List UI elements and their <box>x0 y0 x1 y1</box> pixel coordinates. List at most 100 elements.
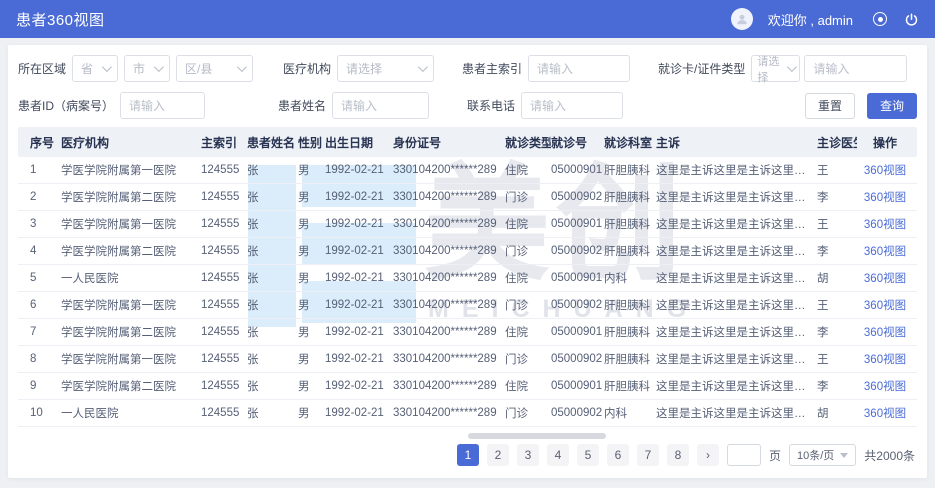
view-360-link[interactable]: 360视图 <box>864 219 906 231</box>
cell-dept: 肝胆胰科 <box>604 216 656 232</box>
page-size-select[interactable]: 10条/页 <box>789 444 856 466</box>
org-select-value: 请选择 <box>346 60 382 77</box>
cell-no: 1 <box>18 164 61 176</box>
master-index-input[interactable] <box>528 55 630 82</box>
page-button-2[interactable]: 2 <box>487 444 509 466</box>
search-button[interactable]: 查询 <box>867 93 917 119</box>
table-row: 3学医学院附属第一医院124555张男1992-02-21330104200**… <box>18 211 917 238</box>
cell-dept: 肝胆胰科 <box>604 351 656 367</box>
cell-action: 360视图 <box>857 297 917 313</box>
cell-dept: 内科 <box>604 270 656 286</box>
avatar[interactable] <box>731 8 753 30</box>
column-header: 出生日期 <box>325 134 393 151</box>
reset-button[interactable]: 重置 <box>805 93 855 119</box>
cell-visit_type: 住院 <box>505 378 551 394</box>
cell-complaint: 这里是主诉这里是主诉这里是主诉... <box>656 243 817 259</box>
patient-id-input[interactable] <box>120 92 205 119</box>
page-button-8[interactable]: 8 <box>667 444 689 466</box>
page-button-1[interactable]: 1 <box>457 444 479 466</box>
cell-action: 360视图 <box>857 216 917 232</box>
table-header-row: 序号医疗机构主索引患者姓名性别出生日期身份证号就诊类型就诊号就诊科室主诉主诊医生… <box>18 127 917 157</box>
total-count-label: 共2000条 <box>864 447 915 464</box>
cell-visit_type: 门诊 <box>505 351 551 367</box>
cell-birth: 1992-02-21 <box>325 380 393 392</box>
cell-sex: 男 <box>298 216 325 232</box>
cell-org: 一人民医院 <box>61 270 201 286</box>
city-select-value: 市 <box>133 60 145 77</box>
view-360-link[interactable]: 360视图 <box>864 246 906 258</box>
page-button-5[interactable]: 5 <box>577 444 599 466</box>
cell-doctor: 胡 <box>817 405 857 421</box>
cell-cert_no: 330104200******289 <box>393 164 505 176</box>
cell-no: 8 <box>18 353 61 365</box>
cell-sex: 男 <box>298 324 325 340</box>
cell-complaint: 这里是主诉这里是主诉这里是主诉... <box>656 324 817 340</box>
view-360-link[interactable]: 360视图 <box>864 327 906 339</box>
cell-sex: 男 <box>298 189 325 205</box>
cell-doctor: 李 <box>817 378 857 394</box>
horizontal-scrollbar[interactable] <box>468 433 606 439</box>
cell-visit_no: 05000902 <box>551 299 604 311</box>
view-360-link[interactable]: 360视图 <box>864 192 906 204</box>
view-360-link[interactable]: 360视图 <box>864 300 906 312</box>
next-page-button[interactable]: › <box>697 444 719 466</box>
phone-label: 联系电话 <box>467 97 515 114</box>
page-jump-input[interactable] <box>727 444 761 466</box>
district-select[interactable]: 区/县 <box>176 55 253 82</box>
page-button-3[interactable]: 3 <box>517 444 539 466</box>
table-row: 9学医学院附属第二医院124555张男1992-02-21330104200**… <box>18 373 917 400</box>
cell-visit_no: 05000901 <box>551 218 604 230</box>
cell-complaint: 这里是主诉这里是主诉这里是主诉... <box>656 162 817 178</box>
cell-no: 4 <box>18 245 61 257</box>
cell-doctor: 李 <box>817 189 857 205</box>
filter-row-2: 患者ID（病案号） 患者姓名 联系电话 重置 查询 <box>18 92 923 119</box>
table-row: 7学医学院附属第二医院124555张男1992-02-21330104200**… <box>18 319 917 346</box>
province-select[interactable]: 省 <box>72 55 118 82</box>
cell-sex: 男 <box>298 405 325 421</box>
view-360-link[interactable]: 360视图 <box>864 354 906 366</box>
cell-master_index: 124555 <box>201 164 247 176</box>
cell-name: 张 <box>247 216 298 232</box>
cell-name: 张 <box>247 324 298 340</box>
view-360-link[interactable]: 360视图 <box>864 165 906 177</box>
view-360-link[interactable]: 360视图 <box>864 408 906 420</box>
column-header: 主诉 <box>656 134 817 151</box>
cell-org: 学医学院附属第二医院 <box>61 378 201 394</box>
master-index-label: 患者主索引 <box>462 60 522 77</box>
view-360-link[interactable]: 360视图 <box>864 273 906 285</box>
column-header: 性别 <box>298 134 325 151</box>
filter-row-1: 所在区域 省 市 区/县 医疗机构 请选择 患者主索引 就诊卡/证件类型 <box>18 55 923 82</box>
patient-name-input[interactable] <box>332 92 429 119</box>
page-title: 患者360视图 <box>16 9 105 30</box>
content-card: 美创 MEICHUANG 所在区域 省 市 区/县 医疗机构 请选择 患者 <box>8 45 927 478</box>
district-select-value: 区/县 <box>185 60 212 77</box>
cell-master_index: 124555 <box>201 191 247 203</box>
page-button-4[interactable]: 4 <box>547 444 569 466</box>
chevron-down-icon <box>154 62 164 72</box>
card-number-input[interactable] <box>804 55 907 82</box>
cell-action: 360视图 <box>857 405 917 421</box>
cell-name: 张 <box>247 162 298 178</box>
cell-complaint: 这里是主诉这里是主诉这里是主诉... <box>656 378 817 394</box>
cell-no: 5 <box>18 272 61 284</box>
page-suffix-label: 页 <box>769 447 781 464</box>
cell-master_index: 124555 <box>201 299 247 311</box>
view-360-link[interactable]: 360视图 <box>864 381 906 393</box>
cell-action: 360视图 <box>857 378 917 394</box>
city-select[interactable]: 市 <box>124 55 170 82</box>
cell-action: 360视图 <box>857 270 917 286</box>
page-button-7[interactable]: 7 <box>637 444 659 466</box>
fullscreen-target-icon[interactable] <box>872 11 888 27</box>
cell-master_index: 124555 <box>201 407 247 419</box>
phone-input[interactable] <box>521 92 623 119</box>
cell-birth: 1992-02-21 <box>325 245 393 257</box>
page-button-6[interactable]: 6 <box>607 444 629 466</box>
org-select[interactable]: 请选择 <box>337 55 434 82</box>
cell-cert_no: 330104200******289 <box>393 380 505 392</box>
card-type-select[interactable]: 请选择 <box>751 55 800 82</box>
chevron-down-icon <box>237 62 247 72</box>
logout-power-icon[interactable] <box>903 11 919 27</box>
chevron-down-icon <box>418 62 428 72</box>
user-icon <box>735 12 749 26</box>
cell-doctor: 王 <box>817 162 857 178</box>
